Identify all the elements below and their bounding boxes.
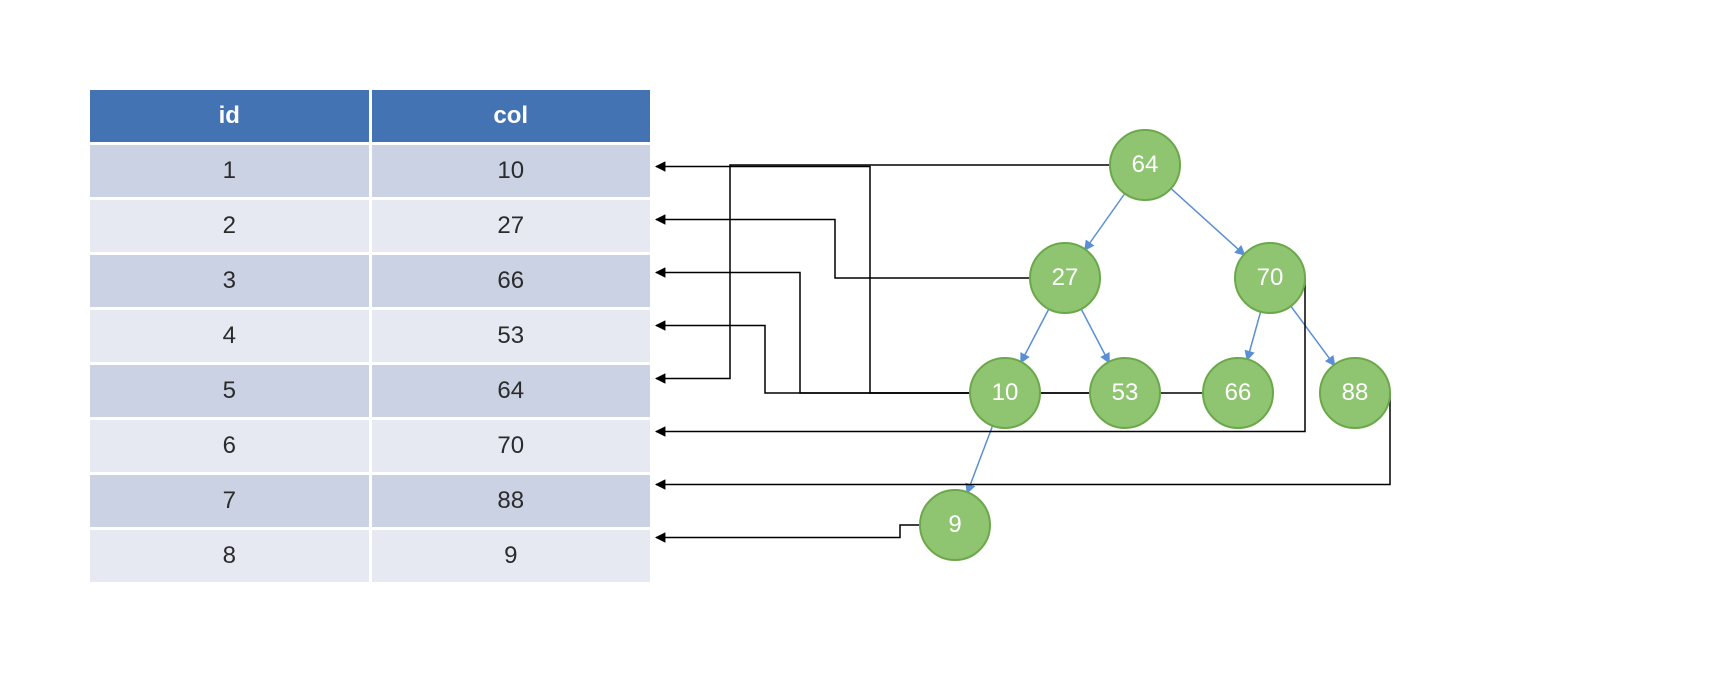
table-row: 564 xyxy=(90,364,650,419)
table-row: 110 xyxy=(90,144,650,199)
tree-node-9: 9 xyxy=(919,489,991,561)
table-row: 89 xyxy=(90,529,650,583)
tree-node-70: 70 xyxy=(1234,242,1306,314)
tree-node-88: 88 xyxy=(1319,357,1391,429)
mapping-arrow xyxy=(656,525,921,538)
tree-node-66: 66 xyxy=(1202,357,1274,429)
mapping-arrow xyxy=(656,165,1111,379)
tree-node-27: 27 xyxy=(1029,242,1101,314)
tree-node-53: 53 xyxy=(1089,357,1161,429)
cell-id: 5 xyxy=(90,364,370,419)
tree-edges xyxy=(967,188,1335,493)
cell-col: 64 xyxy=(370,364,650,419)
cell-id: 4 xyxy=(90,309,370,364)
tree-edge xyxy=(1021,308,1050,363)
mapping-arrow xyxy=(656,273,1204,394)
cell-id: 1 xyxy=(90,144,370,199)
table-row: 788 xyxy=(90,474,650,529)
table-row: 670 xyxy=(90,419,650,474)
tree-edge xyxy=(1085,193,1126,251)
tree-edge xyxy=(967,425,993,493)
mapping-arrow xyxy=(656,326,1091,394)
mapping-arrow xyxy=(656,220,1031,279)
tree-edge xyxy=(1247,311,1261,360)
cell-col: 53 xyxy=(370,309,650,364)
cell-col: 9 xyxy=(370,529,650,583)
table-header-col: col xyxy=(370,90,650,144)
cell-id: 8 xyxy=(90,529,370,583)
cell-id: 3 xyxy=(90,254,370,309)
cell-col: 66 xyxy=(370,254,650,309)
mapping-arrows xyxy=(656,165,1390,538)
cell-id: 2 xyxy=(90,199,370,254)
mapping-arrow xyxy=(656,278,1305,432)
table-row: 366 xyxy=(90,254,650,309)
cell-col: 27 xyxy=(370,199,650,254)
table-row: 453 xyxy=(90,309,650,364)
table-row: 227 xyxy=(90,199,650,254)
table-header-id: id xyxy=(90,90,370,144)
cell-id: 7 xyxy=(90,474,370,529)
cell-id: 6 xyxy=(90,419,370,474)
cell-col: 88 xyxy=(370,474,650,529)
tree-edge xyxy=(1170,188,1245,255)
cell-col: 70 xyxy=(370,419,650,474)
cell-col: 10 xyxy=(370,144,650,199)
table-header-row: id col xyxy=(90,90,650,144)
tree-node-64: 64 xyxy=(1109,129,1181,201)
tree-edge xyxy=(1081,308,1110,363)
data-table: id col 110 227 366 453 564 670 788 89 xyxy=(90,90,650,582)
mapping-arrow xyxy=(656,393,1390,485)
tree-edge xyxy=(1290,305,1335,365)
tree-node-10: 10 xyxy=(969,357,1041,429)
mapping-arrow xyxy=(656,167,971,394)
